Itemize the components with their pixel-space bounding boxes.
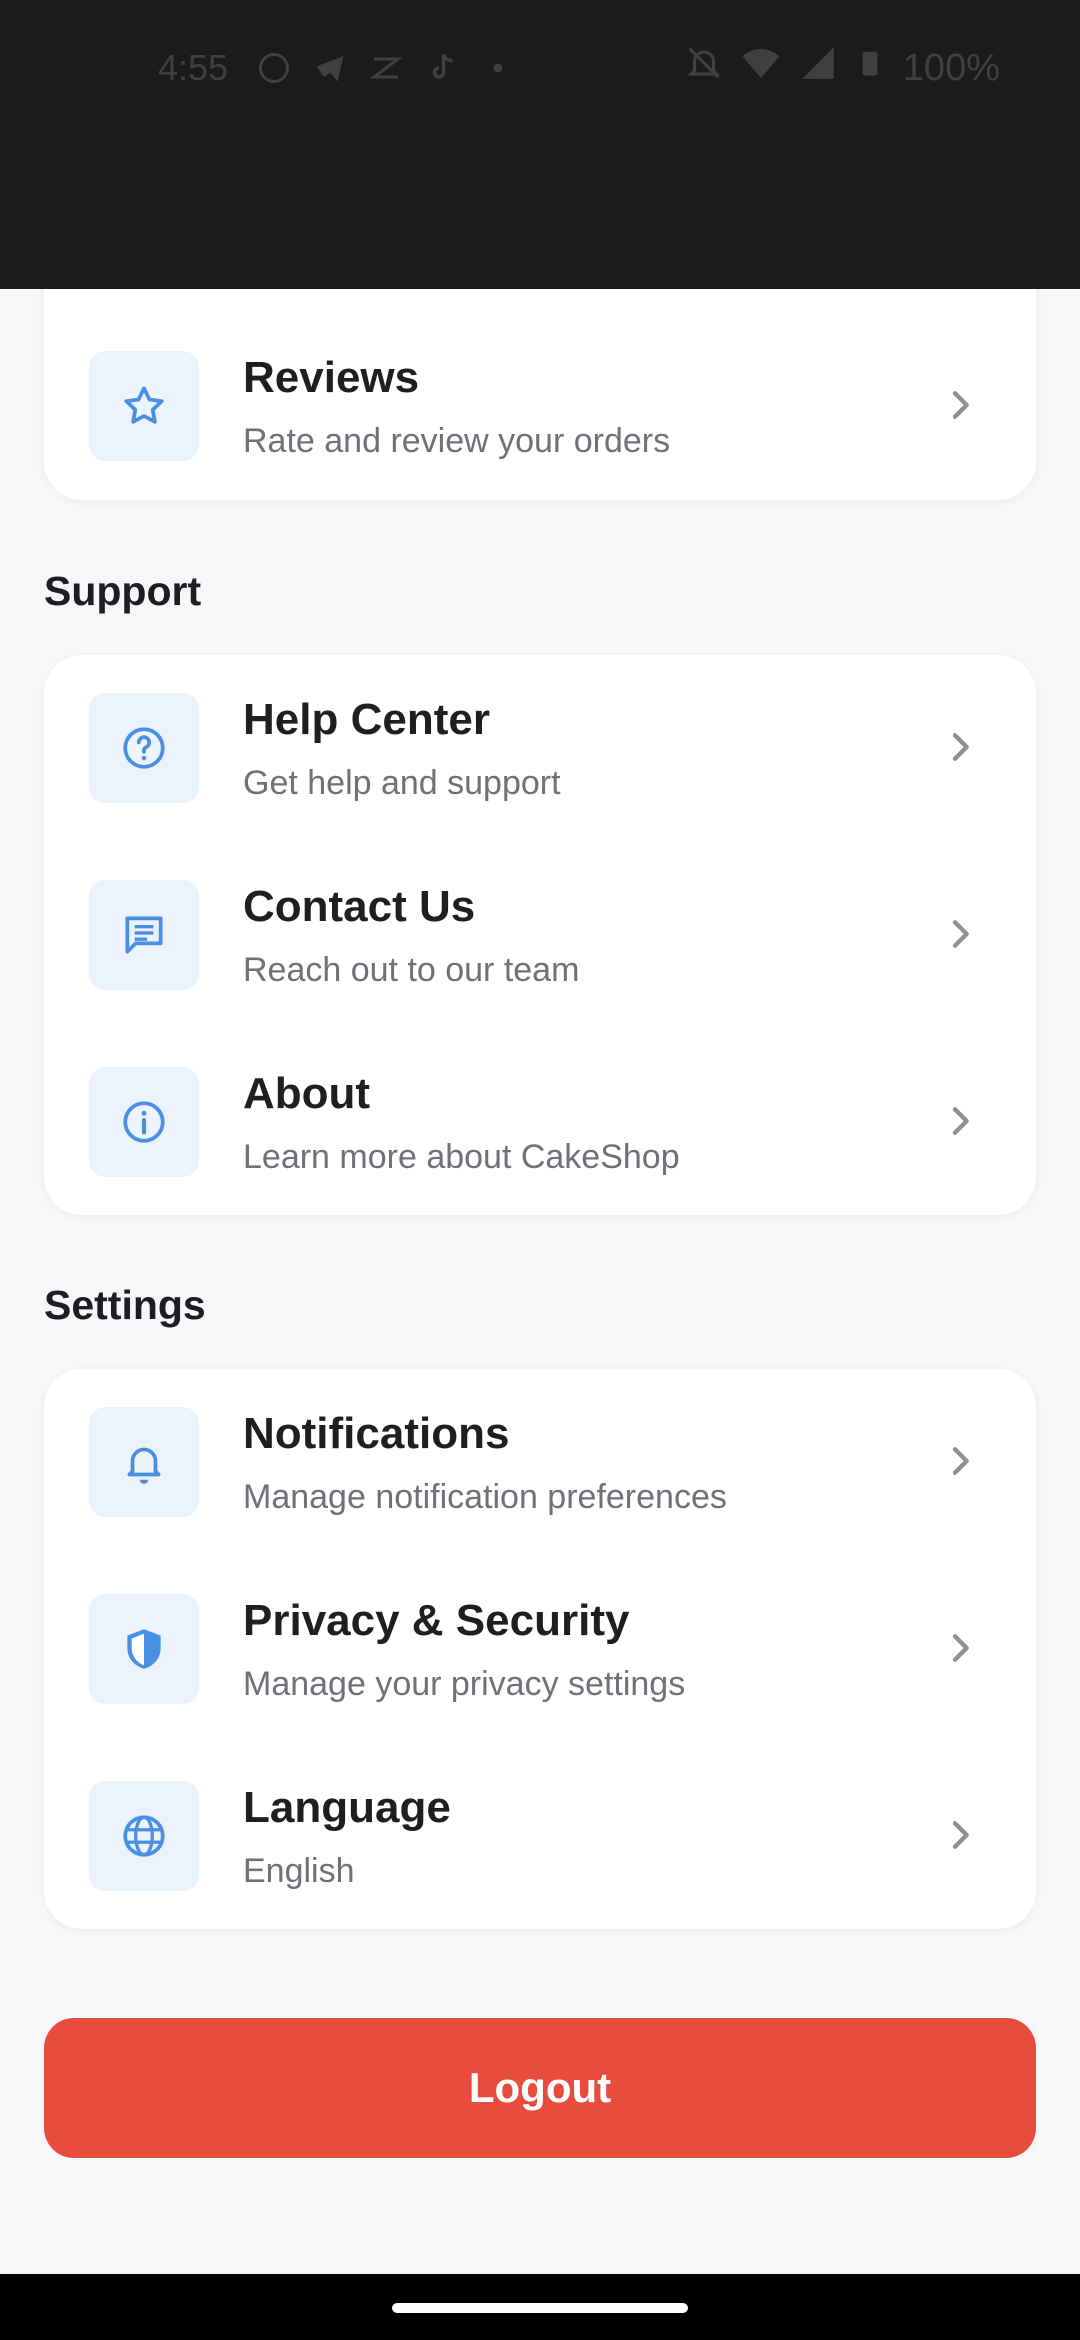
globe-icon: [123, 1815, 165, 1857]
menu-item-contact-us[interactable]: Contact Us Reach out to our team: [44, 842, 1036, 1029]
help-circle-icon: [123, 727, 165, 769]
menu-item-title: Help Center: [243, 695, 490, 744]
menu-item-subtitle: Reach out to our team: [243, 951, 580, 989]
info-icon: [123, 1101, 165, 1143]
menu-item-about[interactable]: About Learn more about CakeShop: [44, 1029, 1036, 1216]
dot-icon: [480, 50, 516, 86]
app-bar: [0, 136, 1080, 289]
menu-item-notifications[interactable]: Notifications Manage notification prefer…: [44, 1369, 1036, 1556]
info-icon-box: [89, 1067, 199, 1177]
bell-icon-box: [89, 1407, 199, 1517]
star-icon-box: [89, 351, 199, 461]
wifi-icon: [741, 43, 781, 93]
chevron-right-icon: [952, 1821, 969, 1849]
menu-item-title: About: [243, 1069, 371, 1118]
menu-item-subtitle: Manage your privacy settings: [243, 1665, 686, 1703]
status-system-icons: 100%: [685, 43, 1000, 93]
menu-item-title: Notifications: [243, 1409, 510, 1458]
menu-item-privacy-security[interactable]: Privacy & Security Manage your privacy s…: [44, 1556, 1036, 1743]
signal-icon: [799, 44, 837, 92]
chevron-right-icon: [952, 1107, 969, 1135]
chevron-right-icon: [952, 1634, 969, 1662]
menu-item-title: Language: [243, 1783, 451, 1832]
chevron-right-icon: [952, 733, 969, 761]
section-title-support: Support: [44, 568, 202, 614]
chevron-right-icon: [952, 391, 969, 419]
section-title-settings: Settings: [44, 1282, 206, 1328]
status-bar: 4:55 100%: [0, 0, 1080, 136]
chevron-right-icon: [952, 920, 969, 948]
support-card: Help Center Get help and support Contact…: [44, 655, 1036, 1215]
account-card: Reviews Rate and review your orders: [44, 289, 1036, 500]
home-gesture-handle[interactable]: [392, 2303, 688, 2313]
chat-icon-box: [89, 880, 199, 990]
logout-button[interactable]: Logout: [44, 2018, 1036, 2158]
menu-item-subtitle: Rate and review your orders: [243, 422, 671, 460]
status-notification-icons: [256, 50, 516, 86]
menu-item-title: Reviews: [243, 353, 420, 402]
battery-percent: 100%: [902, 46, 1000, 89]
star-icon: [124, 386, 164, 424]
app-notification-icon: [368, 50, 404, 86]
telegram-icon: [312, 50, 348, 86]
bell-icon: [127, 1447, 161, 1484]
menu-item-help-center[interactable]: Help Center Get help and support: [44, 655, 1036, 842]
chat-icon: [125, 916, 163, 954]
tiktok-icon: [424, 50, 460, 86]
settings-card: Notifications Manage notification prefer…: [44, 1369, 1036, 1929]
menu-item-subtitle: English: [243, 1852, 355, 1890]
globe-icon-box: [89, 1781, 199, 1891]
shield-icon: [127, 1629, 161, 1669]
menu-item-subtitle: Manage notification preferences: [243, 1478, 727, 1516]
help-icon-box: [89, 693, 199, 803]
chevron-right-icon: [952, 1447, 969, 1475]
shield-icon-box: [89, 1594, 199, 1704]
menu-item-reviews[interactable]: Reviews Rate and review your orders: [44, 313, 1036, 500]
menu-item-subtitle: Learn more about CakeShop: [243, 1138, 680, 1176]
mute-bell-icon: [685, 44, 723, 92]
menu-item-language[interactable]: Language English: [44, 1743, 1036, 1930]
battery-icon: [855, 44, 885, 92]
menu-item-title: Contact Us: [243, 882, 476, 931]
status-time: 4:55: [158, 47, 229, 88]
menu-item-subtitle: Get help and support: [243, 764, 561, 802]
profile-scroll-content[interactable]: Reviews Rate and review your orders Supp…: [0, 289, 1080, 2274]
menu-item-title: Privacy & Security: [243, 1596, 630, 1645]
whatsapp-icon: [256, 50, 292, 86]
